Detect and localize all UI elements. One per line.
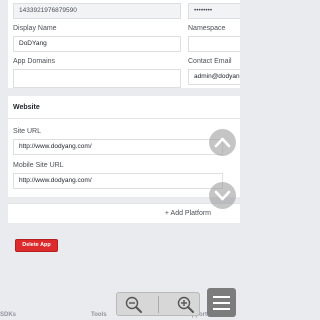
menu-button[interactable]	[207, 288, 236, 317]
site-url-label: Site URL	[13, 128, 42, 135]
footer-link-sdks[interactable]: SDKs	[0, 312, 16, 318]
app-domains-input[interactable]	[13, 69, 181, 88]
scroll-up-button[interactable]	[209, 129, 236, 156]
hamburger-menu-icon-line	[213, 302, 230, 304]
app-secret-field[interactable]: ••••••••	[188, 3, 240, 19]
display-name-input[interactable]: DoDYang	[13, 36, 181, 52]
contact-email-label: Contact Email	[188, 58, 232, 65]
mobile-site-url-label: Mobile Site URL	[13, 162, 64, 169]
zoom-control	[116, 292, 200, 316]
chevron-down-icon	[214, 190, 231, 201]
scroll-down-button[interactable]	[209, 182, 236, 209]
app-domains-label: App Domains	[13, 58, 56, 65]
zoom-in-icon	[177, 296, 194, 313]
basic-settings-card: 1433921976879590 •••••••• Display Name D…	[8, 0, 240, 88]
app-id-field[interactable]: 1433921976879590	[13, 3, 181, 19]
hamburger-menu-icon-line	[213, 308, 230, 310]
zoom-out-button[interactable]	[124, 295, 144, 315]
contact-email-input[interactable]: admin@dodyan	[188, 69, 240, 85]
zoom-in-button[interactable]	[176, 295, 196, 315]
zoom-out-icon	[125, 296, 142, 313]
website-section: Website Site URL http://www.dodyang.com/…	[8, 96, 240, 197]
chevron-up-icon	[214, 137, 231, 148]
app-settings-page: 1433921976879590 •••••••• Display Name D…	[0, 0, 240, 320]
section-divider	[8, 118, 240, 119]
display-name-label: Display Name	[13, 25, 57, 32]
delete-app-button[interactable]: Delete App	[15, 239, 58, 252]
footer-link-tools[interactable]: Tools	[91, 312, 107, 318]
mobile-site-url-input[interactable]: http://www.dodyang.com/	[13, 173, 223, 189]
namespace-label: Namespace	[188, 25, 226, 32]
zoom-divider	[158, 296, 159, 313]
namespace-input[interactable]	[188, 36, 240, 52]
site-url-input[interactable]: http://www.dodyang.com/	[13, 139, 223, 155]
website-section-title: Website	[13, 104, 40, 111]
hamburger-menu-icon	[213, 296, 230, 298]
add-platform-button[interactable]: + Add Platform	[8, 203, 240, 223]
